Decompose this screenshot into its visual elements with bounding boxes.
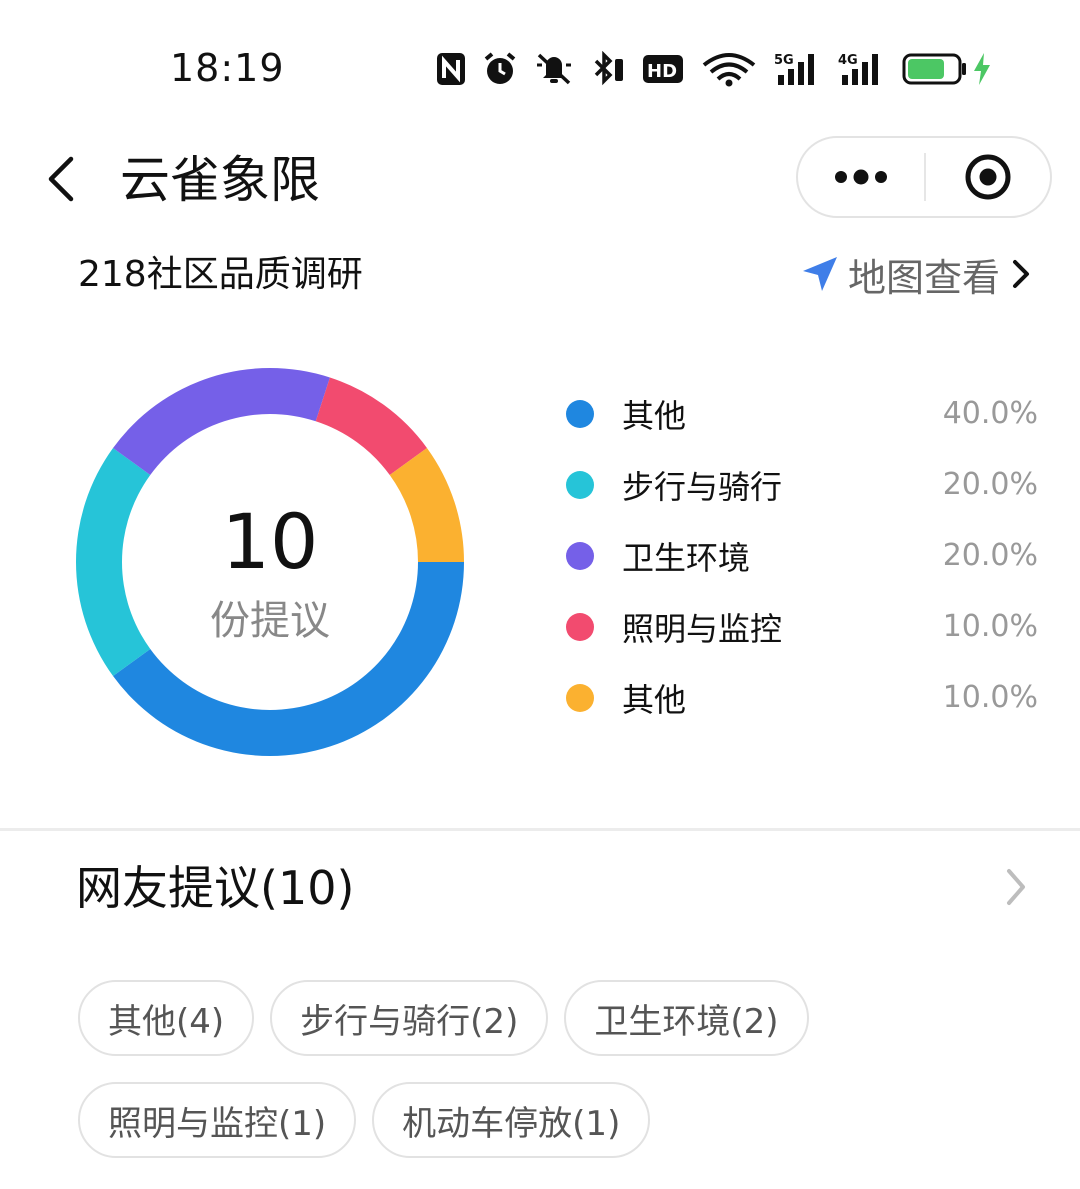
status-bar: 18:19 HD 5G 4G [0,0,1080,130]
svg-text:4G: 4G [838,53,858,68]
legend-percentage: 10.0% [942,609,1038,644]
app-title: 云雀象限 [120,151,320,209]
legend-color-dot [566,541,594,570]
legend-label: 卫生环境 [622,538,751,577]
signal-5g-icon: 5G [774,49,822,89]
mini-program-capsule [796,136,1052,218]
legend-item: 卫生环境 20.0% [560,520,1040,591]
legend-percentage: 20.0% [942,467,1038,502]
mute-icon [534,49,574,89]
legend-label: 步行与骑行 [622,467,783,506]
bluetooth-icon [590,49,626,89]
suggestions-title[interactable]: 网友提议(10) [76,858,354,918]
category-tags: 其他(4) 步行与骑行(2) 卫生环境(2) 照明与监控(1) 机动车停放(1) [78,980,1038,1184]
legend-label: 照明与监控 [622,609,783,648]
nfc-icon [436,49,466,89]
back-button[interactable] [36,148,84,210]
donut-slice-2 [113,368,330,476]
legend-label: 其他 [622,680,687,719]
category-tag[interactable]: 其他(4) [78,980,255,1056]
status-time: 18:19 [170,46,285,90]
legend-item: 步行与骑行 20.0% [560,449,1040,520]
legend-color-dot [566,470,594,499]
legend-color-dot [566,612,594,641]
map-view-label: 地图查看 [848,255,1001,300]
donut-chart [60,352,480,772]
legend-percentage: 40.0% [942,396,1038,431]
wifi-icon [700,49,758,89]
more-dots-icon [835,169,887,185]
tag-row: 照明与监控(1) 机动车停放(1) [78,1082,1038,1158]
more-button[interactable] [798,138,924,216]
survey-title: 218社区品质调研 [78,254,363,295]
location-arrow-icon [803,257,837,291]
chevron-right-icon [1007,869,1025,905]
legend-item: 照明与监控 10.0% [560,591,1040,662]
signal-4g-icon: 4G [838,49,886,89]
section-divider [0,828,1080,831]
svg-text:HD: HD [647,61,677,82]
category-tag[interactable]: 卫生环境(2) [564,980,809,1056]
donut-chart-svg [75,368,464,756]
battery-icon [902,49,968,89]
suggestions-more-button[interactable] [996,862,1036,912]
category-tag[interactable]: 机动车停放(1) [372,1082,651,1158]
close-button[interactable] [926,138,1050,216]
target-close-icon [965,154,1011,200]
map-view-link[interactable]: 地图查看 [800,248,1032,300]
legend-color-dot [566,399,594,428]
chart-legend: 其他 40.0% 步行与骑行 20.0% 卫生环境 20.0% 照明与监控 10.0% 其他 10… [560,378,1040,733]
alarm-icon [482,49,518,89]
donut-slice-1 [75,447,151,677]
svg-text:5G: 5G [774,53,794,68]
legend-color-dot [566,683,594,712]
legend-percentage: 10.0% [942,680,1038,715]
chevron-right-icon [1013,260,1030,288]
donut-slice-0 [113,562,464,756]
charging-icon [972,49,992,89]
category-tag[interactable]: 步行与骑行(2) [270,980,549,1056]
chevron-left-icon [48,156,74,202]
legend-percentage: 20.0% [942,538,1038,573]
status-icons: HD 5G 4G [436,46,992,92]
legend-item: 其他 40.0% [560,378,1040,449]
legend-label: 其他 [622,396,687,435]
hd-icon: HD [642,49,684,89]
tag-row: 其他(4) 步行与骑行(2) 卫生环境(2) [78,980,1038,1056]
category-tag[interactable]: 照明与监控(1) [78,1082,357,1158]
legend-item: 其他 10.0% [560,662,1040,733]
